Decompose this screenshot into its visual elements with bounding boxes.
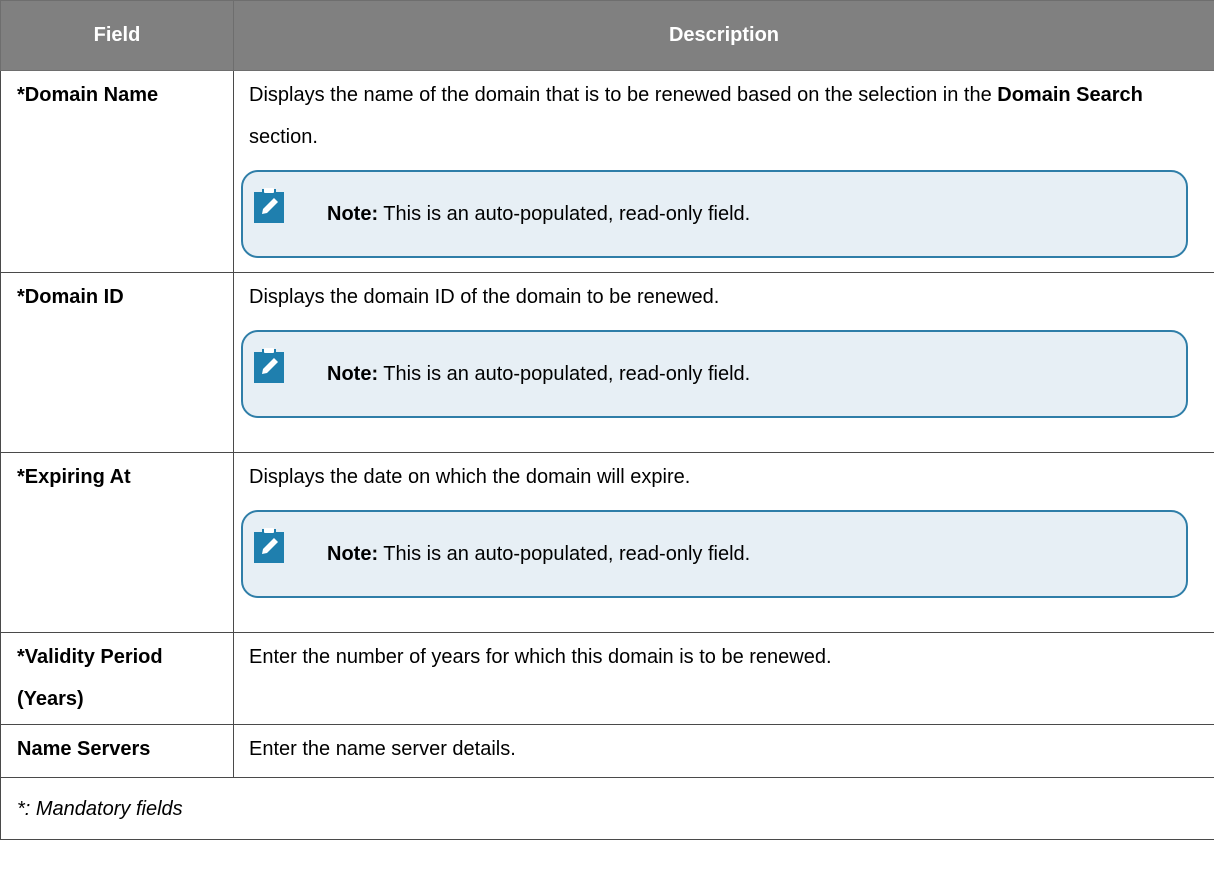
description-text: Displays the name of the domain that is … (249, 74, 1204, 158)
field-name-validity-period: *Validity Period (Years) (0, 632, 234, 725)
note-box: Note: This is an auto-populated, read-on… (241, 330, 1188, 418)
note-box: Note: This is an auto-populated, read-on… (241, 170, 1188, 258)
fields-table: Field Description *Domain Name Displays … (0, 0, 1214, 840)
header-field: Field (0, 0, 234, 71)
field-name-expiring-at: *Expiring At (0, 452, 234, 633)
note-pencil-clipboard-icon (251, 346, 287, 386)
note-body: This is an auto-populated, read-only fie… (378, 203, 751, 225)
description-cell: Displays the domain ID of the domain to … (233, 272, 1214, 453)
note-pencil-clipboard-icon (251, 186, 287, 226)
description-text: Enter the name server details. (233, 724, 1214, 778)
description-text: Displays the domain ID of the domain to … (249, 286, 720, 308)
footnote-row: *: Mandatory fields (0, 777, 1214, 840)
note-text: Note: This is an auto-populated, read-on… (327, 542, 750, 566)
note-body: This is an auto-populated, read-only fie… (378, 543, 751, 565)
table-row: *Validity Period (Years) Enter the numbe… (0, 632, 1214, 725)
field-name-domain-id: *Domain ID (0, 272, 234, 453)
field-name-domain-name: *Domain Name (0, 70, 234, 273)
mandatory-fields-footnote: *: Mandatory fields (0, 777, 1214, 840)
note-body: This is an auto-populated, read-only fie… (378, 363, 751, 385)
note-label: Note: (327, 543, 379, 565)
description-text-part: section. (249, 126, 318, 148)
table-row: *Domain ID Displays the domain ID of the… (0, 272, 1214, 453)
domain-search-reference: Domain Search (997, 84, 1143, 106)
note-box: Note: This is an auto-populated, read-on… (241, 510, 1188, 598)
description-text: Enter the number of years for which this… (233, 632, 1214, 725)
note-text: Note: This is an auto-populated, read-on… (327, 202, 750, 226)
note-label: Note: (327, 363, 379, 385)
table-row: *Domain Name Displays the name of the do… (0, 70, 1214, 273)
description-cell: Displays the date on which the domain wi… (233, 452, 1214, 633)
table-row: Name Servers Enter the name server detai… (0, 724, 1214, 778)
note-label: Note: (327, 203, 379, 225)
description-text-part: Displays the name of the domain that is … (249, 84, 998, 106)
note-text: Note: This is an auto-populated, read-on… (327, 362, 750, 386)
header-description: Description (233, 0, 1214, 71)
description-text: Displays the date on which the domain wi… (249, 466, 691, 488)
table-header-row: Field Description (0, 0, 1214, 71)
table-row: *Expiring At Displays the date on which … (0, 452, 1214, 633)
description-cell: Displays the name of the domain that is … (233, 70, 1214, 273)
field-name-name-servers: Name Servers (0, 724, 234, 778)
note-pencil-clipboard-icon (251, 526, 287, 566)
